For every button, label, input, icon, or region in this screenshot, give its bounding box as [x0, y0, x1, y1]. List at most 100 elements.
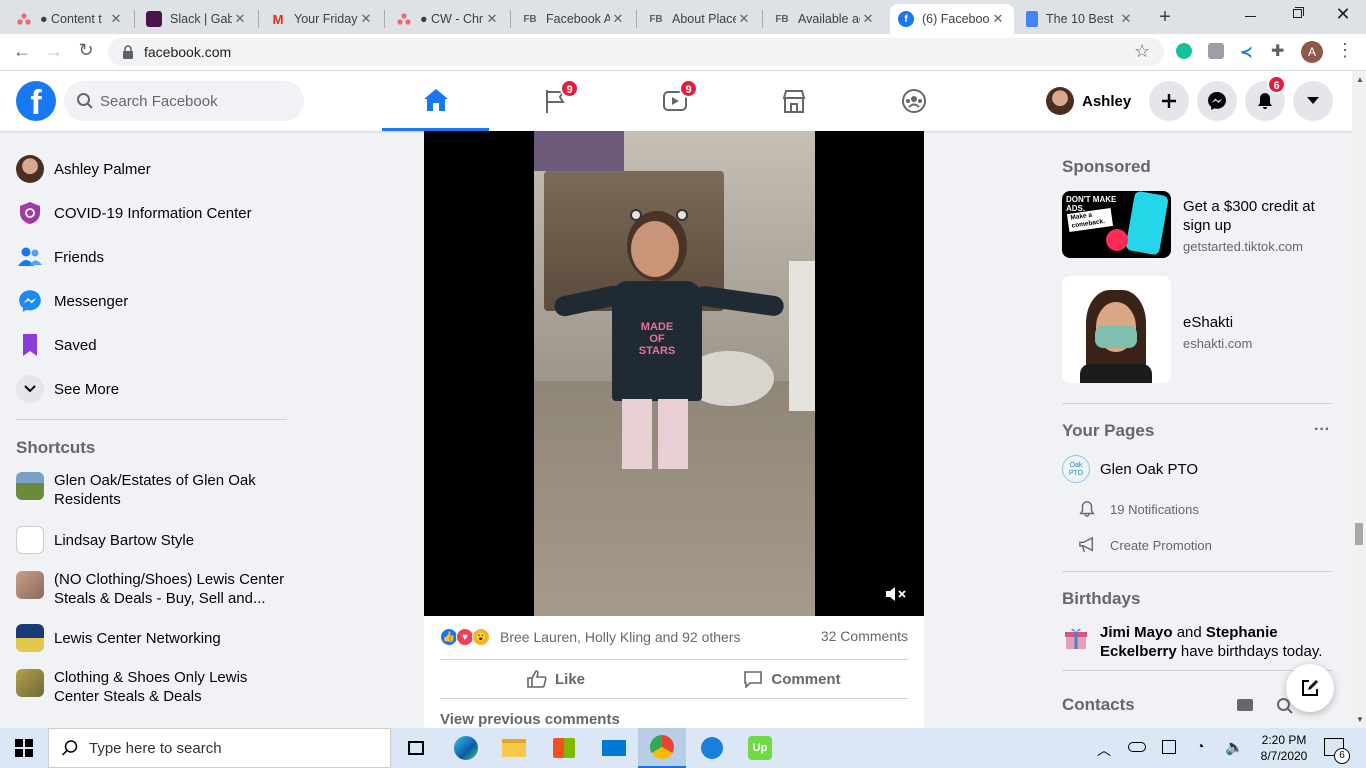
create-button[interactable]: [1149, 81, 1189, 121]
reload-button[interactable]: ↻: [74, 40, 98, 64]
new-tab-button[interactable]: +: [1152, 6, 1178, 30]
sidebar-item-friends[interactable]: Friends: [16, 243, 104, 271]
facebook-search[interactable]: Search Facebook: [64, 81, 304, 121]
pages-badge: 9: [560, 79, 579, 98]
browser-tab[interactable]: FB Available ac ✕: [766, 4, 884, 34]
like-button[interactable]: Like: [440, 664, 672, 694]
wifi-icon[interactable]: ◔: [1196, 738, 1204, 754]
tab-close-icon[interactable]: ✕: [610, 11, 626, 27]
ad-tiktok[interactable]: DON'T MAKE ADS. Make a comeback. Get a $…: [1062, 191, 1332, 259]
tab-close-icon[interactable]: ✕: [358, 11, 374, 27]
omnibox[interactable]: facebook.com: [108, 38, 1164, 66]
notifications-button[interactable]: 6: [1245, 75, 1286, 121]
onedrive-icon[interactable]: [1128, 742, 1146, 752]
comment-button[interactable]: Comment: [676, 664, 908, 694]
notifications-label: 19 Notifications: [1110, 501, 1199, 517]
shortcut-item[interactable]: Lewis Center Networking: [16, 624, 221, 652]
browser-tab[interactable]: ● Content t ✕: [8, 4, 132, 34]
browser-tab[interactable]: Slack | Gabe✕: [138, 4, 256, 34]
your-pages-more-button[interactable]: ···: [1314, 421, 1330, 439]
tray-chevron-icon[interactable]: ︿: [1097, 740, 1111, 760]
network-icon[interactable]: [1162, 740, 1176, 754]
grammarly-icon[interactable]: [1176, 43, 1192, 59]
video-room-icon[interactable]: [1237, 699, 1253, 711]
extension-icon[interactable]: [1208, 43, 1224, 59]
nav-marketplace-tab[interactable]: [740, 71, 847, 131]
browser-tab[interactable]: ● CW - Chri ✕: [388, 4, 508, 34]
app-icon[interactable]: [688, 728, 736, 768]
restore-button[interactable]: [1282, 4, 1312, 24]
ad-eshakti[interactable]: eShakti eshakti.com: [1062, 276, 1332, 384]
sidebar-item-profile[interactable]: Ashley Palmer: [16, 155, 151, 183]
chrome-icon[interactable]: [638, 728, 686, 768]
view-previous-comments[interactable]: View previous comments: [440, 711, 620, 728]
sidebar-item-messenger[interactable]: Messenger: [16, 287, 128, 315]
windows-taskbar: Type here to search Up ︿ ◔ 🔈 2:20 PM 8/7…: [0, 728, 1366, 768]
sidebar-item-saved[interactable]: Saved: [16, 331, 97, 359]
tab-close-icon[interactable]: ✕: [484, 11, 500, 27]
bookmark-star-icon[interactable]: ☆: [1134, 41, 1150, 62]
browser-tab[interactable]: FB About Place ✕: [640, 4, 760, 34]
nav-groups-tab[interactable]: [860, 71, 967, 131]
avatar: [16, 155, 44, 183]
browser-tab[interactable]: FB Facebook A ✕: [514, 4, 634, 34]
chrome-menu-icon[interactable]: ⋮: [1336, 40, 1354, 61]
tab-close-icon[interactable]: ✕: [736, 11, 752, 27]
page-notifications[interactable]: 19 Notifications: [1078, 499, 1199, 519]
tab-title: ● Content t: [40, 12, 102, 26]
windows-start-button[interactable]: [0, 728, 48, 768]
reaction-summary[interactable]: 👍 ♥ 😮 Bree Lauren, Holly Kling and 92 ot…: [440, 626, 740, 648]
messenger-button[interactable]: [1197, 81, 1237, 121]
shortcut-item[interactable]: Clothing & Shoes Only Lewis Center Steal…: [16, 668, 288, 706]
upwork-icon[interactable]: Up: [736, 728, 784, 768]
nav-watch-tab[interactable]: 9: [621, 71, 728, 131]
tab-close-icon[interactable]: ✕: [108, 11, 124, 27]
browser-tab[interactable]: The 10 Best ✕: [1018, 4, 1142, 34]
task-view-icon[interactable]: [392, 728, 440, 768]
minimize-button[interactable]: [1236, 6, 1266, 26]
page-scrollbar[interactable]: ▲ ▼: [1352, 71, 1366, 728]
browser-tab[interactable]: M Your Friday ✕: [262, 4, 382, 34]
taskbar-search[interactable]: Type here to search: [48, 728, 391, 768]
browser-tab[interactable]: f (6) Faceboo ✕: [890, 4, 1014, 34]
shortcut-item[interactable]: Glen Oak/Estates of Glen Oak Residents: [16, 471, 288, 509]
mute-toggle[interactable]: [884, 584, 908, 604]
clickup-icon[interactable]: ≺: [1240, 43, 1253, 61]
tab-close-icon[interactable]: ✕: [232, 11, 248, 27]
facebook-logo[interactable]: f: [16, 81, 56, 121]
tab-title: Available ac: [798, 12, 860, 26]
tab-close-icon[interactable]: ✕: [860, 11, 876, 27]
back-button[interactable]: ←: [10, 41, 34, 65]
nav-home-tab[interactable]: [382, 71, 489, 131]
reaction-names[interactable]: Bree Lauren, Holly Kling and 92 others: [500, 629, 740, 645]
forward-button[interactable]: →: [42, 41, 66, 65]
tab-title: Facebook A: [546, 12, 610, 26]
tab-close-icon[interactable]: ✕: [990, 11, 1006, 27]
sidebar-see-more[interactable]: See More: [16, 375, 119, 403]
file-explorer-icon[interactable]: [490, 728, 538, 768]
address-toolbar: ← → ↻ facebook.com ☆ ≺ ✚ A ⋮: [0, 34, 1366, 71]
shortcut-item[interactable]: Lindsay Bartow Style: [16, 526, 194, 554]
megaphone-icon: [1079, 537, 1094, 553]
close-window-button[interactable]: ✕: [1328, 4, 1358, 26]
edge-icon[interactable]: [442, 728, 490, 768]
post-divider: [440, 659, 908, 660]
scrollbar-thumb[interactable]: [1355, 523, 1363, 545]
sidebar-item-covid[interactable]: COVID-19 Information Center: [16, 199, 252, 227]
page-item[interactable]: Oak PTO Glen Oak PTO: [1062, 455, 1198, 483]
nav-pages-tab[interactable]: 9: [502, 71, 609, 131]
new-message-button[interactable]: [1286, 664, 1334, 712]
create-promotion[interactable]: Create Promotion: [1078, 535, 1212, 555]
volume-icon[interactable]: 🔈: [1225, 738, 1244, 756]
profile-avatar[interactable]: A: [1301, 41, 1323, 63]
clock[interactable]: 2:20 PM 8/7/2020: [1254, 732, 1314, 764]
tab-close-icon[interactable]: ✕: [1118, 11, 1134, 27]
comments-count[interactable]: 32 Comments: [780, 628, 908, 644]
store-icon[interactable]: [540, 728, 588, 768]
profile-chip[interactable]: Ashley: [1046, 85, 1131, 117]
shortcut-item[interactable]: (NO Clothing/Shoes) Lewis Center Steals …: [16, 570, 288, 608]
sidebar-divider: [16, 419, 287, 420]
extensions-puzzle-icon[interactable]: ✚: [1271, 41, 1284, 61]
account-menu-button[interactable]: [1293, 81, 1333, 121]
mail-icon[interactable]: [590, 728, 638, 768]
